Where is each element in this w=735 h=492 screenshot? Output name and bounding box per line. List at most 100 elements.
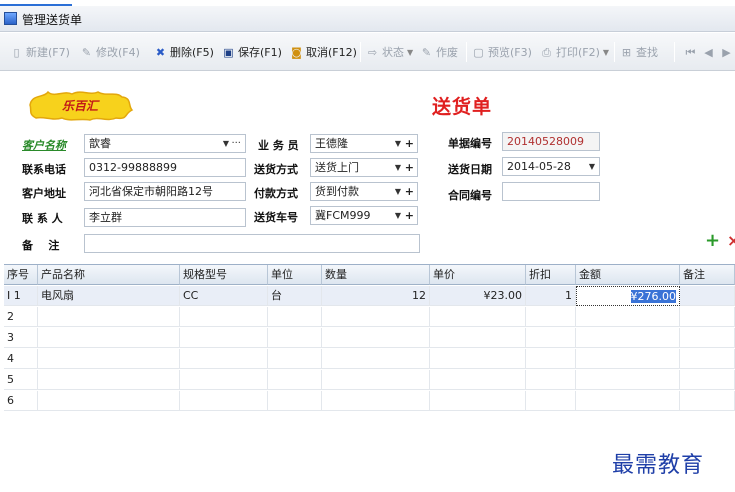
first-record-button[interactable]: ⏮	[684, 43, 700, 61]
column-header-unit[interactable]: 单位	[268, 265, 322, 285]
cell-price[interactable]	[430, 391, 526, 411]
cell-spec[interactable]	[180, 349, 268, 369]
column-header-discount[interactable]: 折扣	[526, 265, 576, 285]
cell-discount[interactable]	[526, 370, 576, 390]
cell-unit[interactable]	[268, 307, 322, 327]
cell-qty[interactable]	[322, 328, 430, 348]
cell-remark[interactable]	[680, 370, 735, 390]
cell-remark[interactable]	[680, 307, 735, 327]
chevron-down-icon[interactable]: ▼	[395, 135, 401, 152]
cell-spec[interactable]	[180, 391, 268, 411]
cell-spec[interactable]	[180, 307, 268, 327]
cell-price[interactable]: ¥23.00	[430, 286, 526, 306]
find-button[interactable]: ⊞ 查找	[620, 43, 658, 61]
cell-spec[interactable]	[180, 328, 268, 348]
cell-unit[interactable]	[268, 370, 322, 390]
cell-discount[interactable]	[526, 349, 576, 369]
ellipsis-icon[interactable]: ···	[231, 135, 241, 152]
plus-icon[interactable]: +	[405, 207, 414, 224]
plus-icon[interactable]: +	[405, 159, 414, 176]
cell-discount[interactable]	[526, 328, 576, 348]
status-dropdown-button[interactable]: ⇨ 状态 ▼	[366, 43, 413, 61]
next-record-button[interactable]: ▶	[720, 43, 735, 61]
cell-price[interactable]	[430, 349, 526, 369]
cell-seq[interactable]: 3	[4, 328, 38, 348]
preview-button[interactable]: ▢ 预览(F3)	[472, 43, 532, 61]
column-header-product-name[interactable]: 产品名称	[38, 265, 180, 285]
chevron-down-icon[interactable]: ▼	[395, 183, 401, 200]
contact-field[interactable]: 李立群	[84, 208, 246, 227]
cell-name[interactable]	[38, 391, 180, 411]
contract-no-field[interactable]	[502, 182, 600, 201]
new-button[interactable]: ▯ 新建(F7)	[10, 43, 69, 61]
cancel-button[interactable]: ◙ 取消(F12)	[290, 43, 357, 61]
cell-seq[interactable]: 5	[4, 370, 38, 390]
cell-remark[interactable]	[680, 391, 735, 411]
delete-row-icon[interactable]: ×	[727, 233, 735, 249]
payment-method-field[interactable]: 货到付款 ▼ +	[310, 182, 418, 201]
chevron-down-icon[interactable]: ▼	[395, 207, 401, 224]
customer-name-label-link[interactable]: 客户名称	[22, 137, 66, 153]
cell-seq[interactable]: 4	[4, 349, 38, 369]
remark-field[interactable]	[84, 234, 420, 253]
chevron-down-icon[interactable]: ▼	[589, 158, 595, 175]
cell-amount[interactable]	[576, 349, 680, 369]
vehicle-field[interactable]: 冀FCM999 ▼ +	[310, 206, 418, 225]
salesman-field[interactable]: 王德隆 ▼ +	[310, 134, 418, 153]
cell-price[interactable]	[430, 307, 526, 327]
table-row[interactable]: I 1 电风扇 CC 台 12 ¥23.00 1 ¥276.00	[4, 286, 735, 306]
chevron-down-icon[interactable]: ▼	[395, 159, 401, 176]
table-row[interactable]: 6	[4, 391, 735, 411]
cell-discount[interactable]: 1	[526, 286, 576, 306]
cell-qty[interactable]	[322, 349, 430, 369]
cell-remark[interactable]	[680, 328, 735, 348]
address-field[interactable]: 河北省保定市朝阳路12号	[84, 182, 246, 201]
cell-discount[interactable]	[526, 307, 576, 327]
cell-qty[interactable]: 12	[322, 286, 430, 306]
column-header-remark[interactable]: 备注	[680, 265, 735, 285]
cell-edit-value[interactable]: ¥276.00	[630, 290, 676, 303]
cell-seq[interactable]: 2	[4, 307, 38, 327]
delete-button[interactable]: ✖ 删除(F5)	[154, 43, 214, 61]
cell-amount[interactable]: ¥276.00	[576, 286, 680, 306]
cell-amount[interactable]	[576, 307, 680, 327]
cell-seq[interactable]: I 1	[4, 286, 38, 306]
cell-remark[interactable]	[680, 286, 735, 306]
column-header-amount[interactable]: 金额	[576, 265, 680, 285]
cell-remark[interactable]	[680, 349, 735, 369]
cell-spec[interactable]	[180, 370, 268, 390]
column-header-qty[interactable]: 数量	[322, 265, 430, 285]
cell-name[interactable]	[38, 349, 180, 369]
cell-amount[interactable]	[576, 328, 680, 348]
delivery-date-field[interactable]: 2014-05-28 ▼	[502, 157, 600, 176]
print-button[interactable]: ⎙ 打印(F2) ▼	[540, 43, 609, 61]
cell-spec[interactable]: CC	[180, 286, 268, 306]
void-button[interactable]: ✎ 作废	[420, 43, 458, 61]
cell-amount[interactable]	[576, 391, 680, 411]
cell-name[interactable]	[38, 328, 180, 348]
cell-name[interactable]	[38, 307, 180, 327]
phone-field[interactable]: 0312-99888899	[84, 158, 246, 177]
cell-unit[interactable]: 台	[268, 286, 322, 306]
table-row[interactable]: 3	[4, 328, 735, 348]
table-row[interactable]: 4	[4, 349, 735, 369]
cell-qty[interactable]	[322, 391, 430, 411]
column-header-seq[interactable]: 序号	[4, 265, 38, 285]
cell-seq[interactable]: 6	[4, 391, 38, 411]
prev-record-button[interactable]: ◀	[702, 43, 718, 61]
plus-icon[interactable]: +	[405, 135, 414, 152]
cell-price[interactable]	[430, 328, 526, 348]
delivery-method-field[interactable]: 送货上门 ▼ +	[310, 158, 418, 177]
column-header-spec[interactable]: 规格型号	[180, 265, 268, 285]
plus-icon[interactable]: +	[405, 183, 414, 200]
table-row[interactable]: 2	[4, 307, 735, 327]
cell-name[interactable]: 电风扇	[38, 286, 180, 306]
column-header-price[interactable]: 单价	[430, 265, 526, 285]
cell-discount[interactable]	[526, 391, 576, 411]
cell-qty[interactable]	[322, 307, 430, 327]
cell-price[interactable]	[430, 370, 526, 390]
cell-unit[interactable]	[268, 391, 322, 411]
table-row[interactable]: 5	[4, 370, 735, 390]
save-button[interactable]: ▣ 保存(F1)	[222, 43, 282, 61]
customer-name-field[interactable]: 歆睿 ▼ ···	[84, 134, 246, 153]
